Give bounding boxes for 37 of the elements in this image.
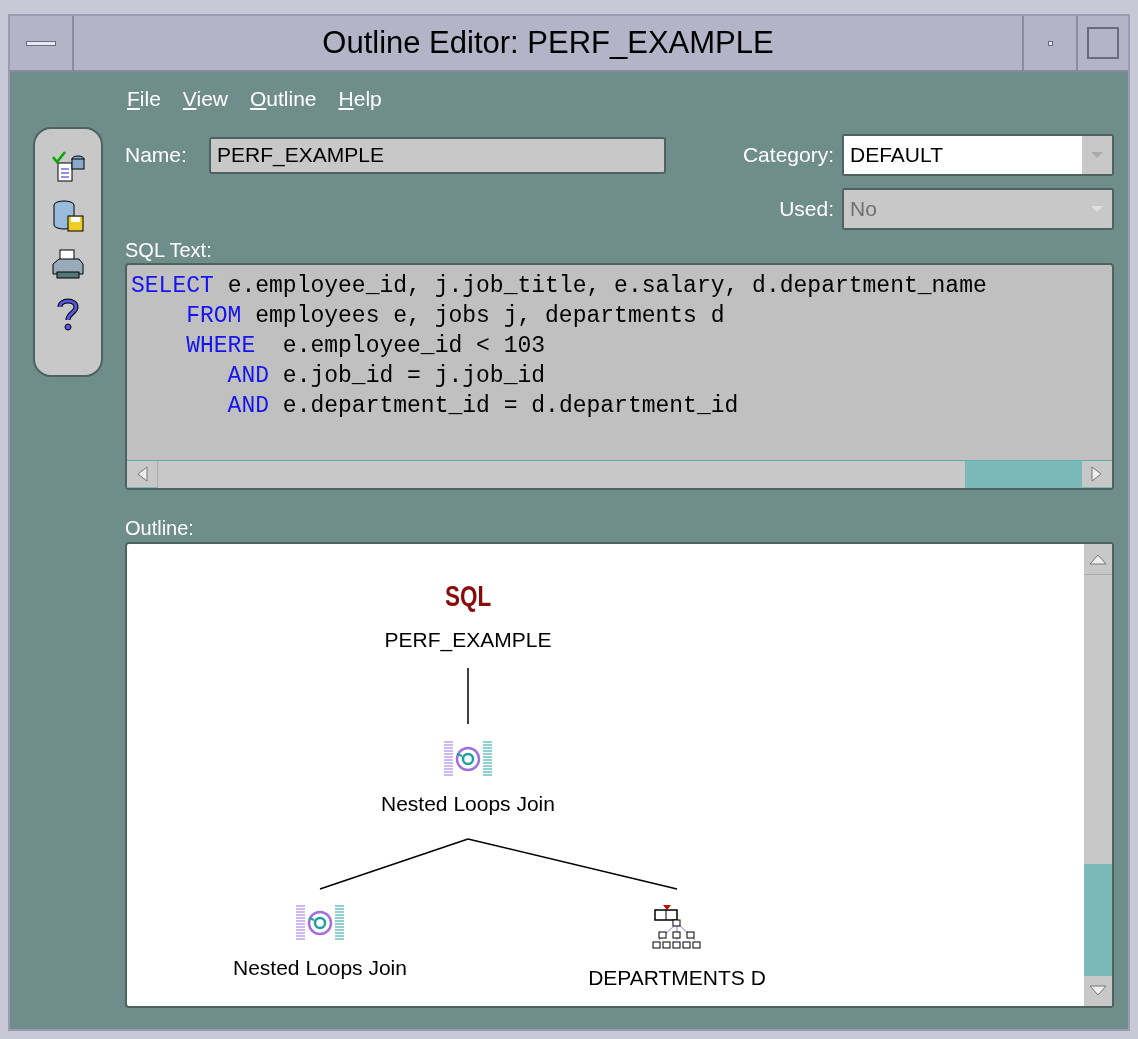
menu-item[interactable]: Outline — [250, 83, 317, 115]
scrollbar-thumb[interactable] — [157, 461, 965, 488]
code-line: AND e.job_id = j.job_id — [226, 362, 546, 391]
scroll-down-icon[interactable] — [1084, 976, 1112, 1006]
outline-label: Outline: — [125, 516, 195, 541]
used-label: Used: — [779, 196, 834, 223]
scroll-left-icon[interactable] — [127, 461, 157, 487]
sql-text-label: SQL Text: — [125, 238, 213, 263]
scroll-up-icon[interactable] — [1084, 544, 1112, 574]
scroll-right-icon[interactable] — [1082, 461, 1112, 487]
check-document-icon[interactable] — [50, 149, 86, 185]
name-field[interactable]: PERF_EXAMPLE — [209, 136, 666, 174]
database-save-icon[interactable] — [50, 198, 86, 234]
scrollbar-thumb[interactable] — [1084, 574, 1112, 864]
sql-text-area[interactable]: SELECT e.employee_id, j.job_title, e.salary, d.department_name FROM employees e, jobs j, departments d WHERE e.employee_id < 103 AND e.job_id = j.job_id AND e.department_id = d.department_id — [125, 263, 1114, 490]
menu-item[interactable]: Help — [338, 83, 382, 115]
code-line: FROM employees e, jobs j, departments d — [185, 302, 725, 331]
node-label[interactable]: Nested Loops Join — [233, 952, 407, 984]
horizontal-scrollbar[interactable] — [127, 460, 1112, 488]
vertical-scrollbar[interactable] — [1084, 544, 1112, 1006]
index-tree-icon — [651, 904, 703, 950]
node-label[interactable]: Nested Loops Join — [381, 788, 555, 820]
code-line: SELECT e.employee_id, j.job_title, e.salary, d.department_name — [131, 272, 987, 301]
name-label: Name: — [125, 142, 188, 169]
code-line: AND e.department_id = d.department_id — [226, 392, 739, 421]
code-line: WHERE e.employee_id < 103 — [185, 332, 546, 361]
node-label[interactable]: PERF_EXAMPLE — [384, 624, 552, 656]
connector-line — [467, 667, 469, 725]
sql-icon-label: SQL — [440, 576, 496, 612]
menu-item[interactable]: File — [127, 83, 161, 115]
join-loop-icon — [295, 904, 345, 940]
category-dropdown[interactable]: DEFAULT — [842, 134, 1114, 176]
window-title: Outline Editor: PERF_EXAMPLE — [321, 23, 775, 62]
join-loop-icon — [443, 740, 493, 776]
node-label[interactable]: DEPARTMENTS D — [588, 962, 766, 994]
category-label: Category: — [742, 142, 834, 169]
menu-item[interactable]: View — [182, 83, 228, 115]
